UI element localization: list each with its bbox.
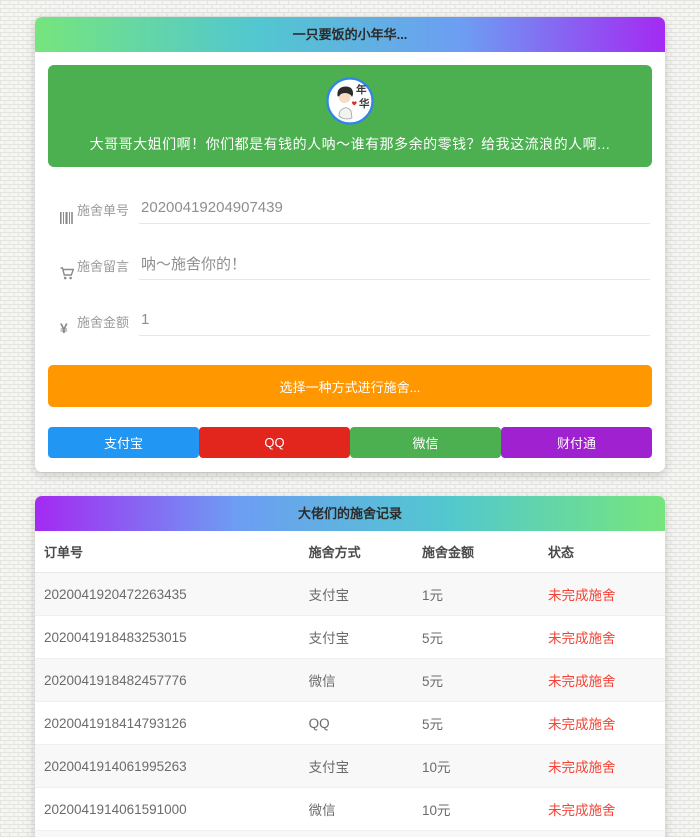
cell-amount: 5元 bbox=[413, 702, 539, 745]
order-number-input[interactable] bbox=[139, 197, 650, 224]
cell-order-number: 2020041918483253015 bbox=[35, 616, 300, 659]
table-row: 2020041914061591000微信10元未完成施舍 bbox=[35, 788, 665, 831]
beggar-message: 大哥哥大姐们啊！你们都是有钱的人呐～谁有那多余的零钱？给我这流浪的人啊... bbox=[78, 134, 622, 154]
page-title-bar: 一只要饭的小年华... bbox=[35, 17, 665, 52]
message-field-row: 施舍留言 bbox=[60, 253, 650, 280]
pay-tenpay-button[interactable]: 财付通 bbox=[501, 427, 652, 458]
cell-status: 未完成施舍 bbox=[539, 573, 665, 616]
beggar-banner: 年 华 大哥哥大姐们啊！你们都是有钱的人呐～谁有那多余的零钱？给我这流浪的人啊.… bbox=[48, 65, 652, 167]
records-table: 订单号 施舍方式 施舍金额 状态 2020041920472263435支付宝1… bbox=[35, 531, 665, 837]
donation-card: 一只要饭的小年华... 年 华 大哥哥大姐们啊！你们都是有钱的人呐～谁有那多余的… bbox=[35, 17, 665, 472]
avatar-char-2: 华 bbox=[359, 97, 370, 110]
cell-amount: 10元 bbox=[413, 788, 539, 831]
cell-status: 未完成施舍 bbox=[539, 616, 665, 659]
col-order-number: 订单号 bbox=[35, 531, 300, 573]
cell-status: 未完成施舍 bbox=[539, 702, 665, 745]
yuan-icon: ¥ bbox=[60, 320, 77, 336]
cell-method: 微信 bbox=[300, 788, 413, 831]
barcode-icon bbox=[60, 212, 77, 224]
table-row: 2020041920472263435支付宝1元未完成施舍 bbox=[35, 573, 665, 616]
table-row: 2020041918482457776微信5元未完成施舍 bbox=[35, 659, 665, 702]
pay-alipay-button[interactable]: 支付宝 bbox=[48, 427, 199, 458]
message-label: 施舍留言 bbox=[77, 256, 129, 280]
cell-amount: 1元 bbox=[413, 573, 539, 616]
avatar: 年 华 bbox=[326, 77, 374, 125]
cell-status: 未完成施舍 bbox=[539, 659, 665, 702]
cell-amount: 5元 bbox=[413, 616, 539, 659]
cell-amount: 10元 bbox=[413, 831, 539, 837]
records-card: 大佬们的施舍记录 订单号 施舍方式 施舍金额 状态 20200419204722… bbox=[35, 496, 665, 837]
cell-amount: 10元 bbox=[413, 745, 539, 788]
cell-method: QQ bbox=[300, 831, 413, 837]
pay-method-row: 支付宝 QQ 微信 财付通 bbox=[48, 427, 652, 458]
cell-order-number: 2020041918482457776 bbox=[35, 659, 300, 702]
page-title: 一只要饭的小年华... bbox=[293, 27, 408, 42]
cell-order-number: 2020041918414793126 bbox=[35, 702, 300, 745]
amount-input[interactable] bbox=[139, 309, 650, 336]
donation-form: 施舍单号 施舍留言 ¥ 施舍金额 bbox=[60, 197, 650, 336]
table-row: 2020041914061181912QQ10元未完成施舍 bbox=[35, 831, 665, 837]
amount-field-row: ¥ 施舍金额 bbox=[60, 309, 650, 336]
cell-status: 未完成施舍 bbox=[539, 831, 665, 837]
message-input[interactable] bbox=[139, 253, 650, 280]
cell-order-number: 2020041914061181912 bbox=[35, 831, 300, 837]
cell-method: QQ bbox=[300, 702, 413, 745]
cell-method: 支付宝 bbox=[300, 573, 413, 616]
avatar-image: 年 华 bbox=[326, 77, 374, 125]
col-status: 状态 bbox=[539, 531, 665, 573]
records-title: 大佬们的施舍记录 bbox=[298, 506, 402, 521]
cell-order-number: 2020041914061591000 bbox=[35, 788, 300, 831]
order-number-field-row: 施舍单号 bbox=[60, 197, 650, 224]
amount-label: 施舍金额 bbox=[77, 312, 129, 336]
cell-method: 微信 bbox=[300, 659, 413, 702]
cart-icon bbox=[60, 267, 77, 280]
table-row: 2020041918414793126QQ5元未完成施舍 bbox=[35, 702, 665, 745]
cell-status: 未完成施舍 bbox=[539, 788, 665, 831]
col-method: 施舍方式 bbox=[300, 531, 413, 573]
cell-status: 未完成施舍 bbox=[539, 745, 665, 788]
cell-amount: 5元 bbox=[413, 659, 539, 702]
cell-order-number: 2020041914061995263 bbox=[35, 745, 300, 788]
table-header-row: 订单号 施舍方式 施舍金额 状态 bbox=[35, 531, 665, 573]
pay-wechat-button[interactable]: 微信 bbox=[350, 427, 501, 458]
col-amount: 施舍金额 bbox=[413, 531, 539, 573]
pay-qq-button[interactable]: QQ bbox=[199, 427, 350, 458]
table-row: 2020041914061995263支付宝10元未完成施舍 bbox=[35, 745, 665, 788]
page-background: 一只要饭的小年华... 年 华 大哥哥大姐们啊！你们都是有钱的人呐～谁有那多余的… bbox=[35, 0, 665, 837]
cell-order-number: 2020041920472263435 bbox=[35, 573, 300, 616]
choose-method-button[interactable]: 选择一种方式进行施舍... bbox=[48, 365, 652, 407]
avatar-char-1: 年 bbox=[356, 83, 367, 96]
cell-method: 支付宝 bbox=[300, 745, 413, 788]
cell-method: 支付宝 bbox=[300, 616, 413, 659]
order-number-label: 施舍单号 bbox=[77, 200, 129, 224]
table-row: 2020041918483253015支付宝5元未完成施舍 bbox=[35, 616, 665, 659]
records-title-bar: 大佬们的施舍记录 bbox=[35, 496, 665, 531]
